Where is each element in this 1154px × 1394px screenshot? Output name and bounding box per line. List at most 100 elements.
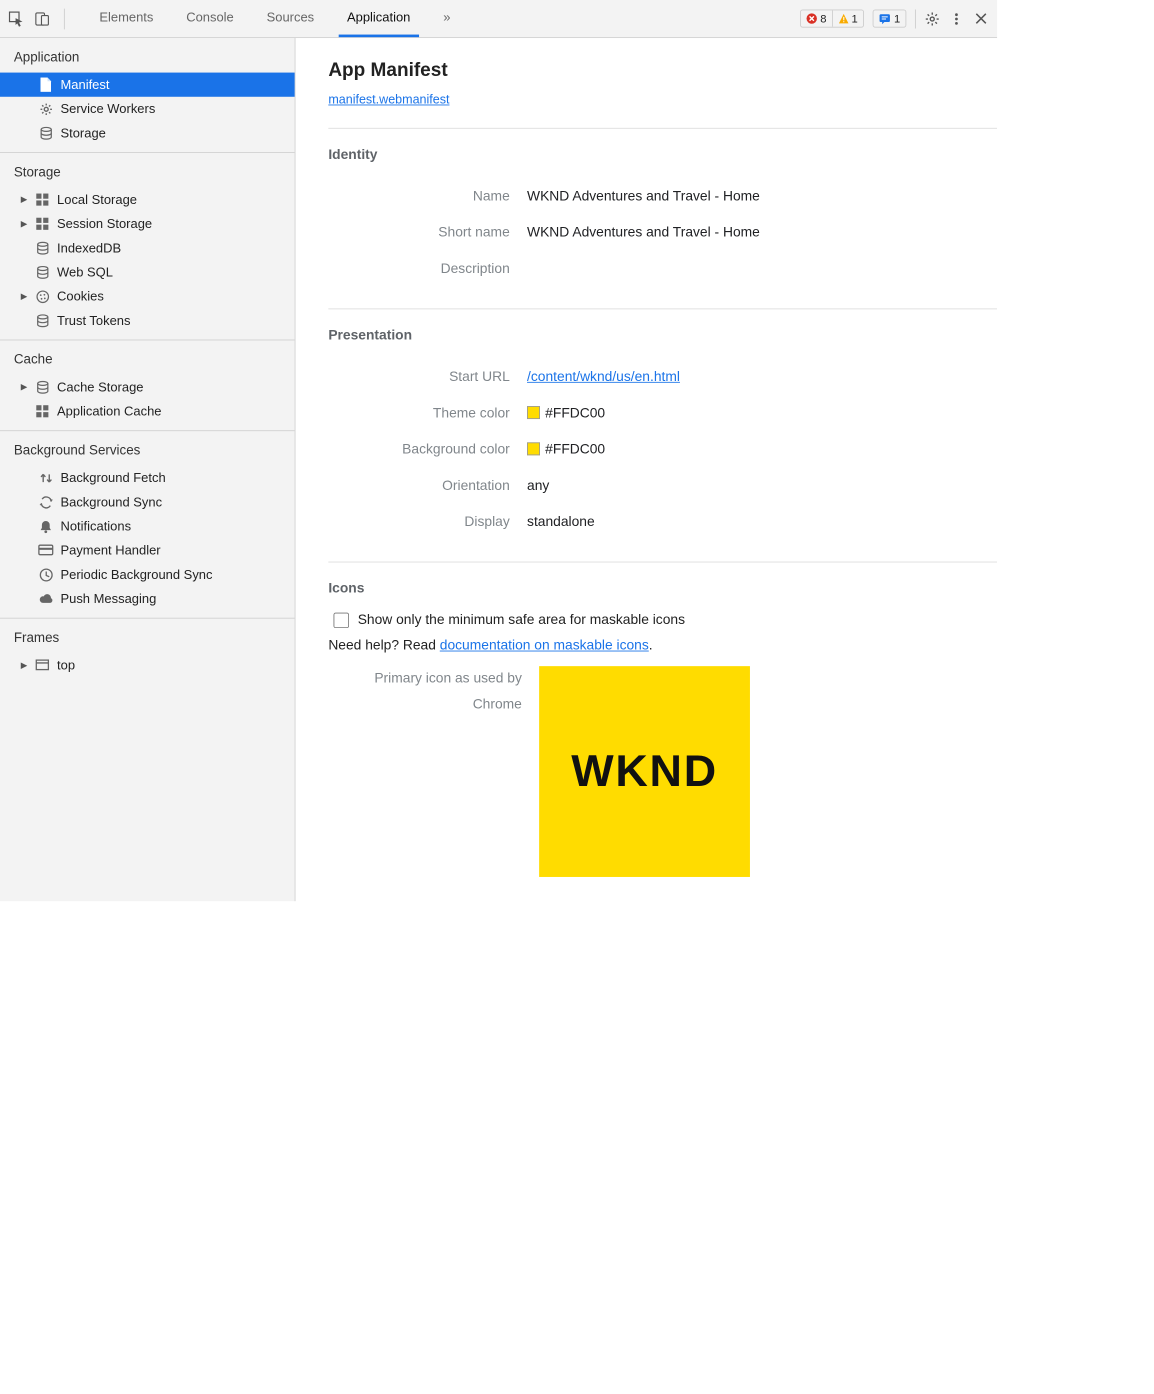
maskable-checkbox-row[interactable]: Show only the minimum safe area for mask… [334, 613, 998, 629]
sidebar-item-label: Local Storage [57, 192, 137, 207]
sidebar-item-cache-storage[interactable]: Cache Storage [0, 375, 295, 399]
sidebar-item-bg-fetch[interactable]: Background Fetch [0, 466, 295, 490]
section-background: Background Services [0, 440, 295, 466]
cookie-icon [35, 289, 51, 305]
maskable-doc-link[interactable]: documentation on maskable icons [440, 638, 649, 653]
sidebar-item-label: Manifest [60, 77, 109, 92]
chevron-right-icon [21, 292, 28, 302]
display-label: Display [328, 515, 527, 531]
sidebar-item-indexeddb[interactable]: IndexedDB [0, 236, 295, 260]
name-value: WKND Adventures and Travel - Home [527, 189, 760, 205]
manifest-link[interactable]: manifest.webmanifest [328, 93, 449, 107]
chevron-right-icon [21, 661, 28, 671]
sidebar-item-service-workers[interactable]: Service Workers [0, 97, 295, 121]
grid-icon [35, 403, 51, 419]
file-icon [38, 77, 54, 93]
chevron-right-icon [21, 195, 28, 205]
sidebar-item-payment[interactable]: Payment Handler [0, 538, 295, 562]
clock-icon [38, 567, 54, 583]
error-icon [806, 13, 817, 24]
logo-text: WKND [571, 746, 718, 798]
sidebar-item-top-frame[interactable]: top [0, 653, 295, 677]
sidebar-item-label: Payment Handler [60, 543, 160, 558]
application-sidebar: Application Manifest Service Workers Sto… [0, 38, 295, 901]
sidebar-item-label: Push Messaging [60, 591, 156, 606]
gear-icon [38, 101, 54, 117]
devtools-toolbar: Elements Console Sources Application » 8… [0, 0, 997, 38]
tabs-overflow[interactable]: » [435, 0, 459, 37]
maskable-checkbox[interactable] [334, 613, 350, 629]
bg-color-value: #FFDC00 [545, 442, 605, 457]
manifest-panel: App Manifest manifest.webmanifest Identi… [295, 38, 997, 901]
close-icon[interactable] [973, 11, 989, 27]
name-label: Name [328, 189, 527, 205]
warning-badge[interactable]: 1 [832, 10, 863, 26]
sidebar-item-push[interactable]: Push Messaging [0, 587, 295, 611]
sidebar-item-app-cache[interactable]: Application Cache [0, 399, 295, 423]
section-application: Application [0, 47, 295, 73]
cloud-icon [38, 591, 54, 607]
sidebar-item-label: Periodic Background Sync [60, 567, 212, 582]
database-icon [35, 313, 51, 329]
sidebar-item-storage[interactable]: Storage [0, 121, 295, 145]
bg-color-swatch [527, 442, 540, 455]
settings-icon[interactable] [924, 11, 940, 27]
error-badge[interactable]: 8 [801, 10, 831, 26]
inspect-icon[interactable] [9, 11, 25, 27]
presentation-heading: Presentation [328, 328, 997, 344]
credit-card-icon [38, 543, 54, 559]
sidebar-item-trust-tokens[interactable]: Trust Tokens [0, 308, 295, 332]
message-count: 1 [894, 12, 900, 25]
kebab-menu-icon[interactable] [949, 11, 965, 27]
database-icon [35, 240, 51, 256]
maskable-label: Show only the minimum safe area for mask… [358, 613, 685, 629]
sidebar-item-label: Cache Storage [57, 380, 143, 395]
sidebar-item-label: Session Storage [57, 216, 152, 231]
messages-badge[interactable]: 1 [872, 10, 906, 28]
tab-elements[interactable]: Elements [91, 0, 162, 37]
database-icon [35, 379, 51, 395]
section-storage: Storage [0, 162, 295, 188]
tab-sources[interactable]: Sources [258, 0, 323, 37]
section-frames: Frames [0, 627, 295, 653]
sidebar-item-label: Trust Tokens [57, 313, 130, 328]
message-icon [878, 13, 890, 25]
short-name-value: WKND Adventures and Travel - Home [527, 226, 760, 242]
warning-count: 1 [851, 12, 857, 25]
sidebar-item-label: Storage [60, 126, 105, 141]
sidebar-item-label: Service Workers [60, 102, 155, 117]
sidebar-item-label: Cookies [57, 289, 104, 304]
sidebar-item-label: Web SQL [57, 265, 113, 280]
identity-heading: Identity [328, 148, 997, 164]
description-label: Description [328, 262, 527, 278]
database-icon [38, 125, 54, 141]
sidebar-item-notifications[interactable]: Notifications [0, 514, 295, 538]
start-url-link[interactable]: /content/wknd/us/en.html [527, 370, 680, 385]
primary-icon-label: Primary icon as used by Chrome [328, 666, 539, 719]
bg-color-label: Background color [328, 442, 527, 458]
sidebar-item-local-storage[interactable]: Local Storage [0, 187, 295, 211]
sidebar-item-periodic-sync[interactable]: Periodic Background Sync [0, 562, 295, 586]
icons-heading: Icons [328, 581, 997, 597]
section-cache: Cache [0, 349, 295, 375]
warning-icon [838, 13, 849, 24]
start-url-label: Start URL [328, 370, 527, 386]
tab-console[interactable]: Console [178, 0, 243, 37]
sidebar-item-websql[interactable]: Web SQL [0, 260, 295, 284]
sidebar-item-label: Background Sync [60, 495, 162, 510]
device-toggle-icon[interactable] [35, 11, 51, 27]
grid-icon [35, 192, 51, 208]
sidebar-item-cookies[interactable]: Cookies [0, 284, 295, 308]
sidebar-item-label: IndexedDB [57, 241, 121, 256]
chevron-right-icon [21, 382, 28, 392]
sidebar-item-bg-sync[interactable]: Background Sync [0, 490, 295, 514]
theme-color-label: Theme color [328, 406, 527, 422]
sidebar-item-session-storage[interactable]: Session Storage [0, 212, 295, 236]
display-value: standalone [527, 515, 595, 531]
arrows-updown-icon [38, 470, 54, 486]
sidebar-item-manifest[interactable]: Manifest [0, 73, 295, 97]
sidebar-item-label: top [57, 658, 75, 673]
issue-counts[interactable]: 8 1 [800, 10, 863, 28]
tab-application[interactable]: Application [338, 0, 419, 37]
short-name-label: Short name [328, 226, 527, 242]
